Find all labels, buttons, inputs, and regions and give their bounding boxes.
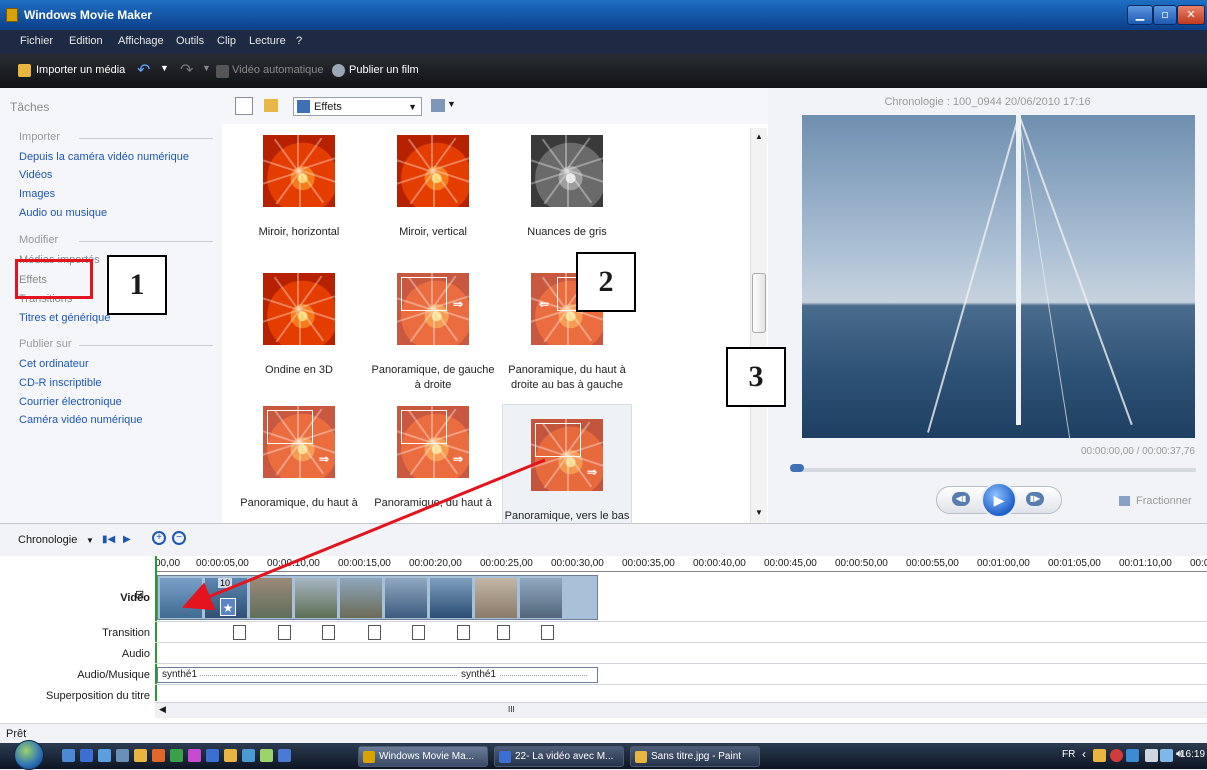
annotation-arrow [182,458,546,611]
arrow-line [182,458,546,611]
